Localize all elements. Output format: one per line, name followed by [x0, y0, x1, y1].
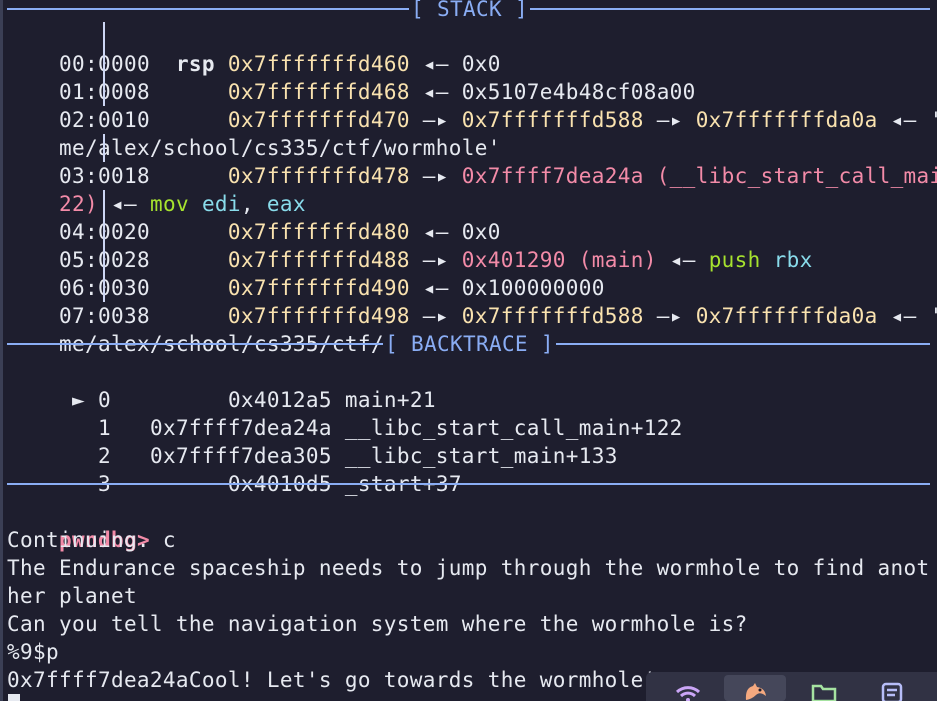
- dock-item-wifi[interactable]: [656, 675, 718, 701]
- dock-item-browser[interactable]: [724, 675, 786, 701]
- stack-divider: [103, 78, 105, 106]
- backtrace-row: 3 0x4010d5 _start+37: [98, 472, 462, 496]
- stack-divider: [103, 134, 105, 162]
- dock-item-notes[interactable]: [860, 675, 922, 701]
- stack-header: [ STACK ]: [409, 0, 530, 23]
- output-line: her planet: [7, 584, 137, 608]
- fox-icon: [745, 683, 766, 700]
- stack-divider: [103, 50, 105, 78]
- stack-row-wrap: 22) ◂— mov edi, eax: [58, 192, 306, 216]
- output-line: 0x7ffff7dea24aCool! Let's go towards the…: [7, 668, 657, 692]
- stack-row: 00:0000 rsp 0x7fffffffd460 ◂— 0x0: [59, 52, 501, 76]
- dock-item-files[interactable]: [792, 675, 854, 701]
- stack-row: 03:0018 0x7fffffffd478 —▸ 0x7ffff7dea24a…: [58, 164, 937, 188]
- output-line: Can you tell the navigation system where…: [7, 612, 748, 636]
- stack-row-wrap: me/alex/school/cs335/ctf/wormhole': [58, 136, 501, 160]
- stack-divider: [103, 190, 105, 218]
- stack-row: 04:0020 0x7fffffffd480 ◂— 0x0: [59, 220, 501, 244]
- wifi-icon: [675, 686, 701, 701]
- output-line: The Endurance spaceship needs to jump th…: [7, 556, 930, 580]
- taskbar-dock: [646, 672, 937, 701]
- backtrace-separator: [ BACKTRACE ]: [7, 330, 930, 358]
- window-left-border: [0, 0, 3, 701]
- command-line[interactable]: pwndbg> c: [7, 498, 176, 552]
- stack-divider: [103, 218, 105, 246]
- output-line: Continuing.: [7, 528, 150, 552]
- stack-divider: [103, 274, 105, 302]
- terminal-cursor: [8, 694, 20, 701]
- backtrace-row: ► 0 0x4012a5 main+21: [71, 388, 436, 412]
- backtrace-row: 2 0x7ffff7dea305 __libc_start_main+133: [97, 444, 618, 468]
- backtrace-row: 1 0x7ffff7dea24a __libc_start_call_main+…: [97, 416, 683, 440]
- stack-row-wrap: me/alex/school/cs335/ctf/wormhole': [58, 332, 501, 356]
- stack-row: 07:0038 0x7fffffffd498 —▸ 0x7fffffffd588…: [58, 304, 937, 328]
- stack-row: 01:0008 0x7fffffffd468 ◂— 0x5107e4b48cf0…: [59, 80, 696, 104]
- stack-row: 02:0010 0x7fffffffd470 —▸ 0x7fffffffd588…: [58, 108, 937, 132]
- stack-divider: [103, 22, 105, 50]
- stack-divider: [103, 246, 105, 274]
- terminal-window[interactable]: [ STACK ] 00:0000 rsp 0x7fffffffd460 ◂— …: [0, 0, 937, 701]
- context-end-separator: [7, 470, 930, 498]
- backtrace-header: [ BACKTRACE ]: [383, 330, 556, 358]
- stack-row: 06:0030 0x7fffffffd490 ◂— 0x100000000: [59, 276, 605, 300]
- folder-icon: [811, 684, 837, 701]
- command-text: c: [149, 528, 176, 552]
- notes-icon: [881, 682, 903, 701]
- stack-row: 05:0028 0x7fffffffd488 —▸ 0x401290 (main…: [59, 248, 813, 272]
- output-line: %9$p: [7, 640, 59, 664]
- stack-separator: [ STACK ]: [7, 0, 930, 23]
